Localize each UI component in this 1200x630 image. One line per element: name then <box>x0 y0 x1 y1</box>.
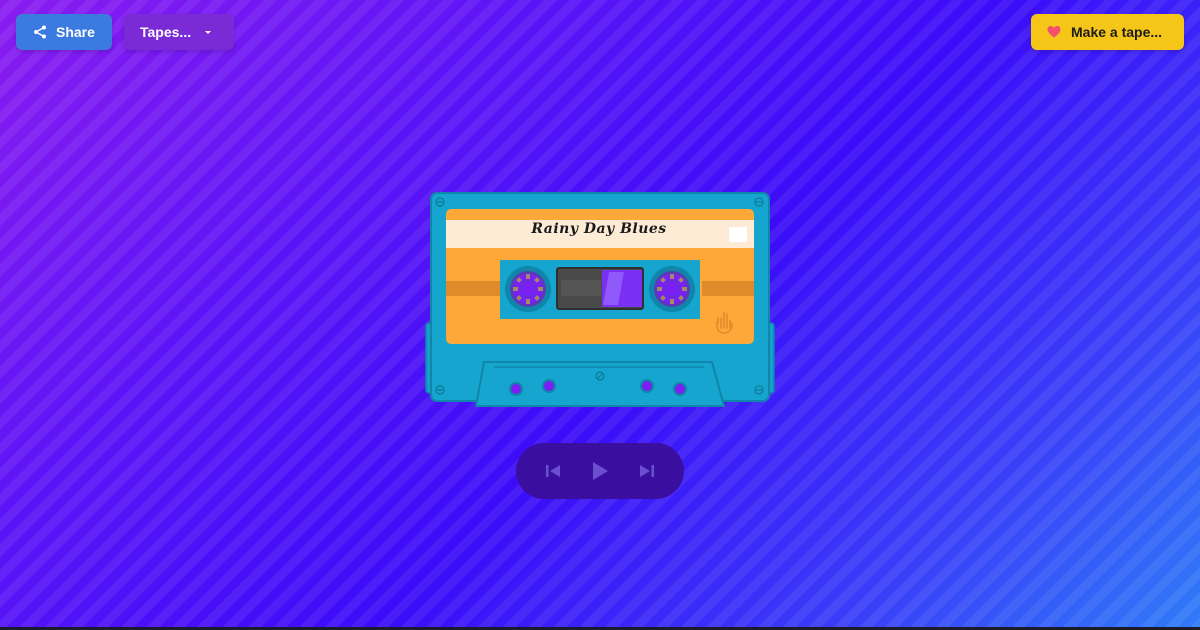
cassette-tape: Rainy Day Blues <box>424 190 776 412</box>
heart-icon <box>1047 25 1061 39</box>
share-label: Share <box>56 24 95 40</box>
player-controls <box>516 443 684 499</box>
tapes-dropdown[interactable]: Tapes... <box>124 14 234 50</box>
chevron-down-icon <box>203 27 213 37</box>
make-tape-label: Make a tape... <box>1071 24 1163 40</box>
share-icon <box>32 24 48 40</box>
share-button[interactable]: Share <box>16 14 112 50</box>
skip-next-icon[interactable] <box>635 459 659 483</box>
tape-title: Rainy Day Blues <box>531 221 667 237</box>
play-icon[interactable] <box>588 459 612 483</box>
skip-previous-icon[interactable] <box>541 459 565 483</box>
tapes-label: Tapes... <box>140 24 192 40</box>
make-tape-button[interactable]: Make a tape... <box>1031 14 1184 50</box>
